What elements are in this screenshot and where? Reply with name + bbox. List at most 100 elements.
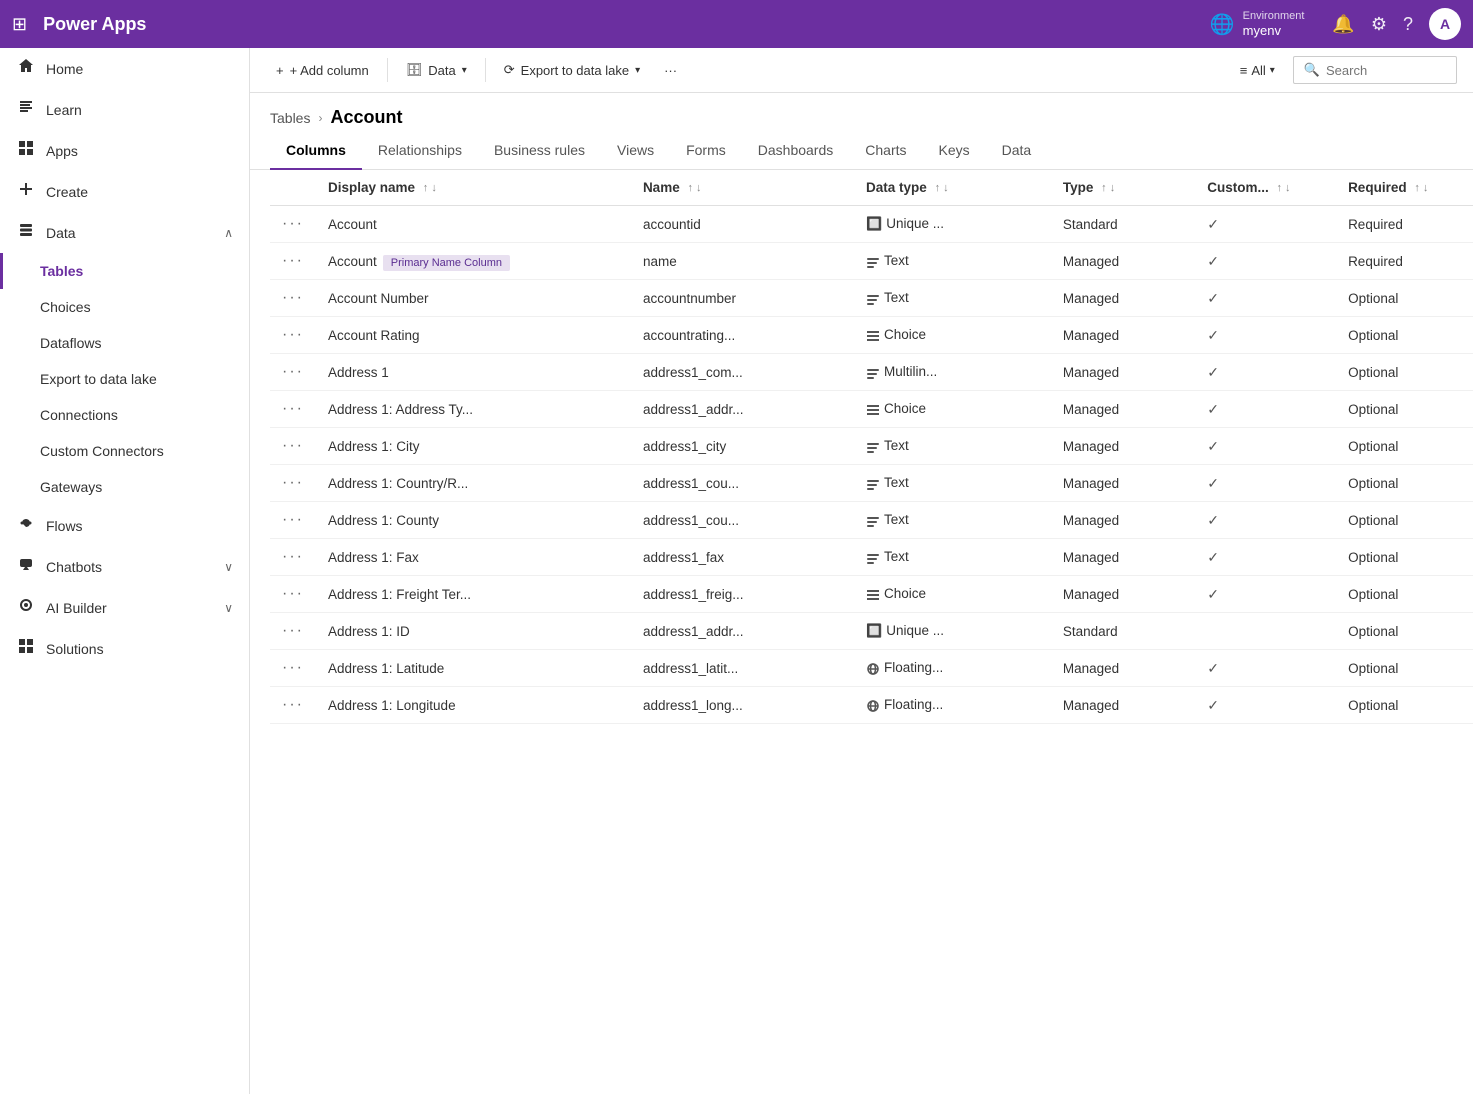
more-btn-icon[interactable]: ··· (282, 437, 304, 454)
row-more-5[interactable]: ··· (270, 391, 316, 428)
row-apiname-5: address1_addr... (631, 391, 854, 428)
table-row[interactable]: ···Address 1: Longitudeaddress1_long...F… (270, 687, 1473, 724)
more-btn-icon[interactable]: ··· (282, 252, 304, 269)
table-row[interactable]: ···Address 1: Cityaddress1_cityTextManag… (270, 428, 1473, 465)
more-btn-icon[interactable]: ··· (282, 363, 304, 380)
env-info[interactable]: 🌐 Environment myenv (1210, 10, 1305, 39)
table-row[interactable]: ···Address 1: Latitudeaddress1_latit...F… (270, 650, 1473, 687)
sidebar-item-choices[interactable]: Choices (0, 289, 249, 325)
sidebar-item-chatbots[interactable]: Chatbots∨ (0, 546, 249, 587)
data-type-text: Choice (884, 586, 926, 601)
tab-relationships[interactable]: Relationships (362, 132, 478, 170)
more-btn-icon[interactable]: ··· (282, 622, 304, 639)
more-btn-icon[interactable]: ··· (282, 585, 304, 602)
table-row[interactable]: ···Address 1: IDaddress1_addr...🔲Unique … (270, 613, 1473, 650)
export-datalake-button[interactable]: ⟳ Export to data lake ▾ (494, 56, 650, 84)
row-more-8[interactable]: ··· (270, 502, 316, 539)
sidebar-item-learn[interactable]: Learn (0, 89, 249, 130)
bell-icon[interactable]: 🔔 (1332, 14, 1354, 35)
sidebar-item-apps[interactable]: Apps (0, 130, 249, 171)
sidebar-item-label-create: Create (46, 184, 233, 200)
row-more-10[interactable]: ··· (270, 576, 316, 613)
sidebar-item-tables[interactable]: Tables (0, 253, 249, 289)
more-btn-icon[interactable]: ··· (282, 696, 304, 713)
avatar[interactable]: A (1429, 8, 1461, 40)
sidebar-item-flows[interactable]: Flows (0, 505, 249, 546)
row-more-13[interactable]: ··· (270, 687, 316, 724)
sidebar-item-data[interactable]: Data∧ (0, 212, 249, 253)
tab-keys[interactable]: Keys (923, 132, 986, 170)
col-header-datatype[interactable]: Data type ↑ ↓ (854, 170, 1051, 206)
col-header-displayname[interactable]: Display name ↑ ↓ (316, 170, 631, 206)
row-required-4: Optional (1336, 354, 1473, 391)
sidebar-item-solutions[interactable]: Solutions (0, 628, 249, 669)
tab-views[interactable]: Views (601, 132, 670, 170)
more-btn-icon[interactable]: ··· (282, 326, 304, 343)
help-icon[interactable]: ? (1403, 14, 1413, 35)
tab-businessrules[interactable]: Business rules (478, 132, 601, 170)
col-header-type[interactable]: Type ↑ ↓ (1051, 170, 1195, 206)
display-name-text: Account (328, 217, 377, 232)
sidebar-item-connections[interactable]: Connections (0, 397, 249, 433)
sidebar-item-aibuilder[interactable]: AI Builder∨ (0, 587, 249, 628)
row-more-12[interactable]: ··· (270, 650, 316, 687)
col-header-required[interactable]: Required ↑ ↓ (1336, 170, 1473, 206)
tab-dashboards[interactable]: Dashboards (742, 132, 850, 170)
more-button[interactable]: ··· (654, 57, 687, 84)
sidebar-item-home[interactable]: Home (0, 48, 249, 89)
sidebar-item-label-exportdatalake: Export to data lake (40, 371, 233, 387)
sidebar-item-exportdatalake[interactable]: Export to data lake (0, 361, 249, 397)
row-more-2[interactable]: ··· (270, 280, 316, 317)
row-more-6[interactable]: ··· (270, 428, 316, 465)
filter-button[interactable]: ≡ All ▾ (1230, 57, 1285, 84)
sidebar-item-customconnectors[interactable]: Custom Connectors (0, 433, 249, 469)
row-more-9[interactable]: ··· (270, 539, 316, 576)
row-more-3[interactable]: ··· (270, 317, 316, 354)
search-box[interactable]: 🔍 (1293, 56, 1457, 84)
row-more-0[interactable]: ··· (270, 206, 316, 243)
col-header-name[interactable]: Name ↑ ↓ (631, 170, 854, 206)
row-custom-4: ✓ (1195, 354, 1336, 391)
breadcrumb-parent[interactable]: Tables (270, 110, 310, 126)
sidebar-item-create[interactable]: Create (0, 171, 249, 212)
row-more-7[interactable]: ··· (270, 465, 316, 502)
table-row[interactable]: ···Account Ratingaccountrating...ChoiceM… (270, 317, 1473, 354)
table-row[interactable]: ···Address 1: Countyaddress1_cou...TextM… (270, 502, 1473, 539)
flows-icon (16, 515, 36, 536)
data-icon (16, 222, 36, 243)
col-header-custom[interactable]: Custom... ↑ ↓ (1195, 170, 1336, 206)
tab-data[interactable]: Data (986, 132, 1048, 170)
table-row[interactable]: ···Address 1: Freight Ter...address1_fre… (270, 576, 1473, 613)
table-row[interactable]: ···Address 1: Address Ty...address1_addr… (270, 391, 1473, 428)
table-row[interactable]: ···Account NumberaccountnumberTextManage… (270, 280, 1473, 317)
row-more-1[interactable]: ··· (270, 243, 316, 280)
row-apiname-10: address1_freig... (631, 576, 854, 613)
data-button[interactable]: 🗄 Data ▾ (396, 56, 477, 84)
add-column-button[interactable]: + + Add column (266, 57, 379, 84)
table-row[interactable]: ···Accountaccountid🔲Unique ...Standard✓R… (270, 206, 1473, 243)
more-btn-icon[interactable]: ··· (282, 474, 304, 491)
more-btn-icon[interactable]: ··· (282, 511, 304, 528)
table-row[interactable]: ···AccountPrimary Name ColumnnameTextMan… (270, 243, 1473, 280)
solutions-icon (16, 638, 36, 659)
table-wrap[interactable]: Display name ↑ ↓Name ↑ ↓Data type ↑ ↓Typ… (250, 170, 1473, 1094)
row-more-11[interactable]: ··· (270, 613, 316, 650)
waffle-icon[interactable]: ⊞ (12, 14, 27, 35)
more-btn-icon[interactable]: ··· (282, 400, 304, 417)
more-btn-icon[interactable]: ··· (282, 215, 304, 232)
display-name-text: Address 1: Fax (328, 550, 419, 565)
table-row[interactable]: ···Address 1: Faxaddress1_faxTextManaged… (270, 539, 1473, 576)
more-btn-icon[interactable]: ··· (282, 289, 304, 306)
table-row[interactable]: ···Address 1: Country/R...address1_cou..… (270, 465, 1473, 502)
tab-forms[interactable]: Forms (670, 132, 742, 170)
search-input[interactable] (1326, 63, 1446, 78)
more-btn-icon[interactable]: ··· (282, 659, 304, 676)
tab-columns[interactable]: Columns (270, 132, 362, 170)
more-btn-icon[interactable]: ··· (282, 548, 304, 565)
sidebar-item-dataflows[interactable]: Dataflows (0, 325, 249, 361)
sidebar-item-gateways[interactable]: Gateways (0, 469, 249, 505)
settings-icon[interactable]: ⚙ (1371, 14, 1387, 35)
table-row[interactable]: ···Address 1address1_com...Multilin...Ma… (270, 354, 1473, 391)
row-more-4[interactable]: ··· (270, 354, 316, 391)
tab-charts[interactable]: Charts (849, 132, 922, 170)
